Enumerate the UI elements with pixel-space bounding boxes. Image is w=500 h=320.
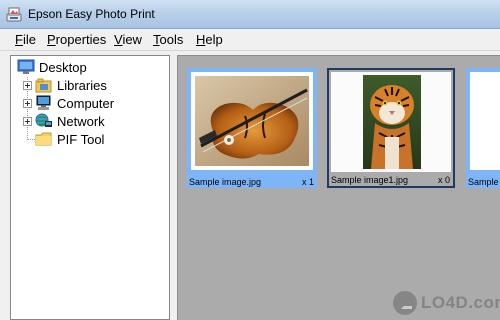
tree-item-libraries[interactable]: Libraries <box>23 76 107 94</box>
tree-item-label: Libraries <box>57 77 107 93</box>
tiger-photo <box>363 75 421 169</box>
tree-item-computer[interactable]: Computer <box>23 94 114 112</box>
thumbnail-filename: Sample image.jpg <box>189 177 262 187</box>
lo4d-logo-icon <box>393 291 417 315</box>
title-bar: Epson Easy Photo Print <box>0 0 500 29</box>
tree-item-network[interactable]: Network <box>23 112 105 130</box>
tree-item-desktop[interactable]: Desktop <box>17 58 87 76</box>
expand-icon[interactable] <box>23 98 32 108</box>
thumbnail-item[interactable]: Sample image1.jpg x 0 <box>327 68 455 188</box>
tree-item-pif-tool[interactable]: PIF Tool <box>35 130 104 148</box>
expand-icon[interactable] <box>23 116 32 126</box>
window-title: Epson Easy Photo Print <box>28 7 155 21</box>
menu-properties[interactable]: Properties <box>45 32 108 47</box>
expand-icon[interactable] <box>23 80 32 90</box>
app-icon <box>6 7 22 22</box>
menu-help[interactable]: Help <box>194 32 225 47</box>
menu-tools[interactable]: Tools <box>151 32 185 47</box>
watermark: LO4D.com <box>393 291 500 315</box>
watermark-text: LO4D.com <box>421 293 500 312</box>
photo-frame <box>191 72 313 170</box>
menu-file[interactable]: File <box>13 32 38 47</box>
desktop-icon <box>17 59 35 74</box>
thumbnail-copy-count: x 1 <box>301 177 314 187</box>
folder-tree[interactable]: Desktop Libraries Computer Network PIF T… <box>10 55 170 320</box>
tree-item-label: Computer <box>57 95 115 111</box>
thumbnail-copy-count: x 0 <box>437 175 450 185</box>
computer-icon <box>36 95 51 110</box>
violin-photo <box>195 76 309 166</box>
folder-icon <box>35 132 52 146</box>
thumbnail-item[interactable]: Sample <box>466 68 500 188</box>
photo-frame <box>470 72 500 170</box>
thumbnail-filename: Sample <box>468 177 499 187</box>
photo-frame <box>331 72 451 172</box>
thumbnail-filename: Sample image1.jpg <box>331 175 409 185</box>
libraries-icon <box>35 78 52 93</box>
tree-item-label: PIF Tool <box>57 131 105 147</box>
menu-view[interactable]: View <box>112 32 144 47</box>
network-icon <box>35 113 52 127</box>
tree-item-label: Network <box>57 113 105 129</box>
tree-item-label: Desktop <box>39 59 87 75</box>
menu-bar: File Properties View Tools Help <box>0 29 500 51</box>
thumbnail-item[interactable]: Sample image.jpg x 1 <box>187 68 317 188</box>
